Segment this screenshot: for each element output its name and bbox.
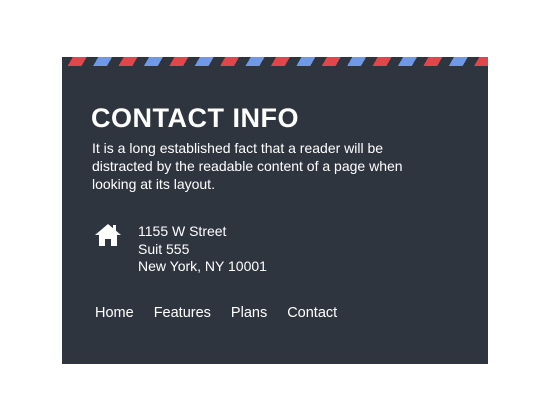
nav-link-contact[interactable]: Contact xyxy=(287,304,337,322)
address-suite: Suit 555 xyxy=(138,240,190,257)
nav-link-home[interactable]: Home xyxy=(95,304,134,322)
address-block: 1155 W Street Suit 555 New York, NY 1000… xyxy=(94,223,354,279)
airmail-stripe-border xyxy=(62,57,488,66)
contact-card: CONTACT INFO It is a long established fa… xyxy=(62,57,488,364)
address-city: New York, NY 10001 xyxy=(138,258,267,274)
page-title: CONTACT INFO xyxy=(91,103,299,133)
home-icon xyxy=(94,223,122,247)
contact-description: It is a long established fact that a rea… xyxy=(92,140,403,192)
address-street: 1155 W Street xyxy=(138,223,227,239)
nav-link-features[interactable]: Features xyxy=(154,304,211,322)
nav-link-plans[interactable]: Plans xyxy=(231,304,267,322)
footer-nav: Home Features Plans Contact xyxy=(95,304,357,322)
address-lines: 1155 W Street Suit 555 New York, NY 1000… xyxy=(138,223,267,276)
